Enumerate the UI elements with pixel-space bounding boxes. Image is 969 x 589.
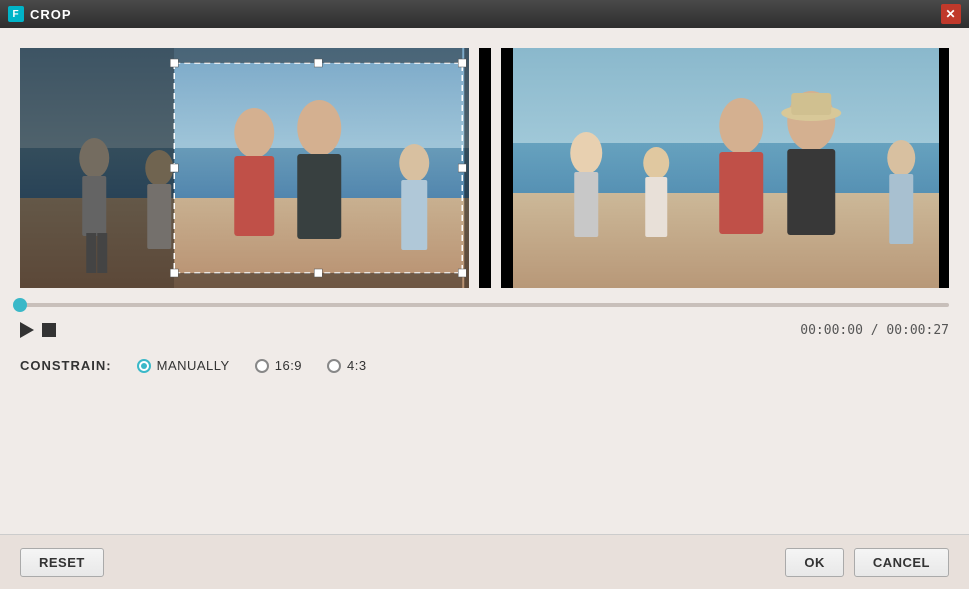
- radio-16-9-label: 16:9: [275, 358, 302, 373]
- stop-button[interactable]: [42, 323, 56, 337]
- constrain-row: CONSTRAIN: MANUALLY 16:9 4:3: [20, 343, 949, 393]
- time-display: 00:00:00 / 00:00:27: [800, 323, 949, 338]
- radio-manually-inner: [141, 363, 147, 369]
- radio-manually-circle[interactable]: [137, 359, 151, 373]
- playback-controls: 00:00:00 / 00:00:27: [20, 322, 949, 338]
- ok-button[interactable]: OK: [785, 548, 844, 577]
- constrain-label: CONSTRAIN:: [20, 358, 112, 373]
- timeline-area: 00:00:00 / 00:00:27: [20, 288, 949, 343]
- playback-left: [20, 322, 56, 338]
- right-panel-right-bar: [939, 48, 949, 288]
- radio-16-9-circle[interactable]: [255, 359, 269, 373]
- main-content: 00:00:00 / 00:00:27 CONSTRAIN: MANUALLY …: [0, 28, 969, 393]
- cancel-button[interactable]: CANCEL: [854, 548, 949, 577]
- radio-4-3-label: 4:3: [347, 358, 367, 373]
- scrubber-track[interactable]: [20, 303, 949, 307]
- left-video-panel: [20, 48, 469, 288]
- window-title: CROP: [30, 7, 72, 22]
- panel-divider: [479, 48, 491, 288]
- radio-manually[interactable]: MANUALLY: [137, 358, 230, 373]
- radio-4-3-circle[interactable]: [327, 359, 341, 373]
- radio-4-3[interactable]: 4:3: [327, 358, 367, 373]
- right-video-panel: [501, 48, 950, 288]
- app-icon: F: [8, 6, 24, 22]
- radio-16-9[interactable]: 16:9: [255, 358, 302, 373]
- right-panel-svg: [513, 48, 940, 288]
- play-button[interactable]: [20, 322, 34, 338]
- action-buttons: OK CANCEL: [785, 548, 949, 577]
- scrubber-thumb[interactable]: [13, 298, 27, 312]
- right-panel-left-bar: [501, 48, 513, 288]
- right-panel-main: [513, 48, 940, 288]
- title-bar: F CROP ✕: [0, 0, 969, 28]
- left-panel-svg: [20, 48, 469, 288]
- title-bar-left: F CROP: [8, 6, 72, 22]
- radio-manually-label: MANUALLY: [157, 358, 230, 373]
- close-button[interactable]: ✕: [941, 4, 961, 24]
- reset-button[interactable]: RESET: [20, 548, 104, 577]
- bottom-bar: RESET OK CANCEL: [0, 534, 969, 589]
